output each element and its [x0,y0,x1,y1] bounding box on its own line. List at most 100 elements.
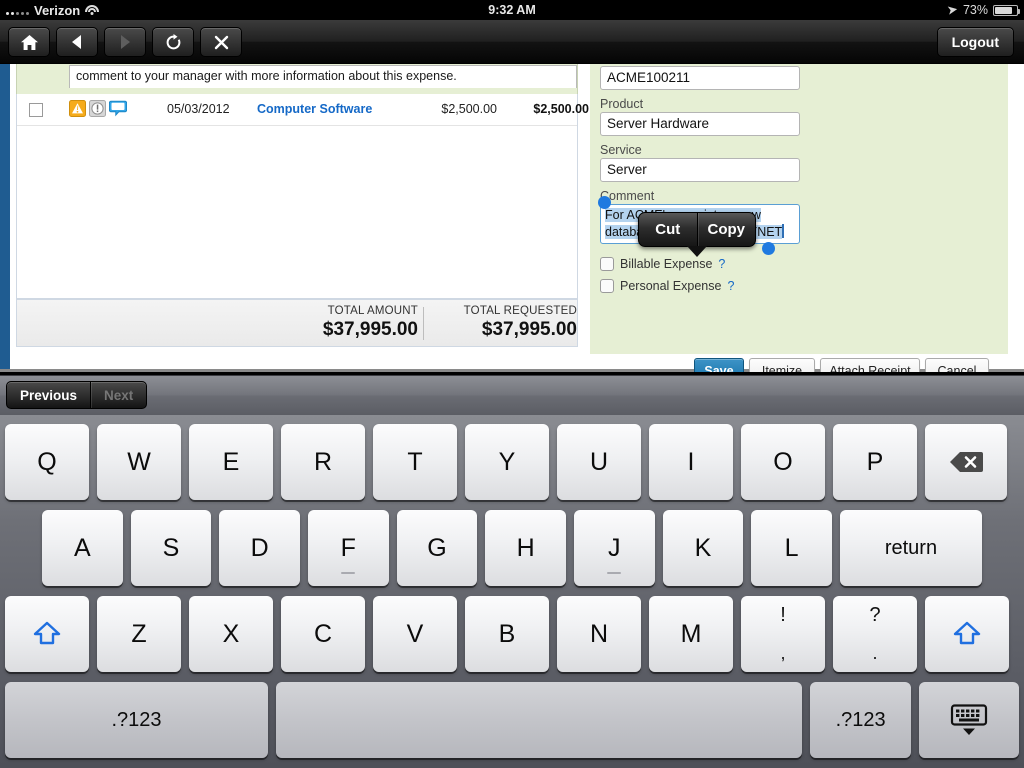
shift-arrow-icon [33,621,61,645]
warning-triangle-icon[interactable] [69,100,86,117]
key-s[interactable]: S [130,510,212,586]
web-content-area: comment to your manager with more inform… [0,64,1024,372]
key-o[interactable]: O [741,424,825,500]
copy-menu-item[interactable]: Copy [696,213,756,246]
billable-help-icon[interactable]: ? [718,257,725,271]
key-i[interactable]: I [649,424,733,500]
home-icon [20,34,38,50]
shift-arrow-icon [953,621,981,645]
billable-label: Billable Expense [620,257,713,271]
ios-status-bar: 9:32 AM Verizon ➤ 73% [0,0,1024,20]
wifi-icon [85,4,100,16]
key-b[interactable]: B [465,596,549,672]
comment-hint-text: comment to your manager with more inform… [69,65,577,88]
shift-key-right[interactable] [925,596,1009,672]
key-u[interactable]: U [557,424,641,500]
home-key-marker [607,572,622,574]
billable-checkbox[interactable] [600,257,614,271]
text-caret [782,224,785,238]
key-r[interactable]: R [281,424,365,500]
key-t[interactable]: T [373,424,457,500]
key-w[interactable]: W [97,424,181,500]
row-category-link[interactable]: Computer Software [257,102,372,116]
key-l[interactable]: L [751,510,832,586]
comment-bubble-icon[interactable] [109,100,127,117]
table-row[interactable]: 05/03/2012 Computer Software $2,500.00 $… [17,94,589,126]
expense-detail-form: ACME100211 Product Server Hardware Servi… [590,64,1008,354]
personal-expense-row[interactable]: Personal Expense ? [600,279,734,293]
key-n[interactable]: N [557,596,641,672]
selection-handle-start[interactable] [598,196,611,209]
personal-checkbox[interactable] [600,279,614,293]
key-h[interactable]: H [485,510,566,586]
backspace-icon [950,452,983,472]
previous-button[interactable]: Previous [7,382,90,408]
keyboard-row-3: Z X C V B N M!,?. [0,596,1024,672]
personal-help-icon[interactable]: ? [727,279,734,293]
key-v[interactable]: V [373,596,457,672]
back-arrow-icon [72,35,81,49]
return-key[interactable]: return [839,510,983,586]
numeric-key-left[interactable]: .?123 [5,682,268,758]
prev-next-group[interactable]: Previous Next [6,381,148,409]
numeric-key-right[interactable]: .?123 [809,682,912,758]
key-q[interactable]: Q [5,424,89,500]
key-d[interactable]: D [219,510,300,586]
key-y[interactable]: Y [465,424,549,500]
status-clock: 9:32 AM [488,3,536,17]
key-p[interactable]: P [833,424,917,500]
key-x[interactable]: X [189,596,273,672]
keyboard-row-4: .?123 .?123 [0,682,1024,758]
save-button[interactable]: Save [694,358,744,372]
expense-list-panel: comment to your manager with more inform… [16,64,604,347]
form-clip-mask [590,340,1008,350]
home-button[interactable] [8,27,50,57]
stop-button[interactable] [200,27,242,57]
edit-menu-callout[interactable]: Cut Copy [638,212,756,247]
totals-bar: TOTAL AMOUNT $37,995.00 TOTAL REQUESTED … [16,299,578,347]
key-g[interactable]: G [396,510,478,586]
key-exclamation-comma[interactable]: !, [741,596,825,672]
home-key-marker [341,572,356,574]
reload-button[interactable] [152,27,194,57]
back-button[interactable] [56,27,98,57]
itemize-button[interactable]: Itemize [749,358,815,372]
product-label: Product [600,97,644,111]
key-k[interactable]: K [662,510,744,586]
key-m[interactable]: M [649,596,733,672]
key-question-period[interactable]: ?. [833,596,917,672]
onscreen-keyboard: QWERTYUIOP A S D F G H J K Lreturn Z X C V B N M!,?. .… [0,415,1024,768]
attach-receipt-button[interactable]: Attach Receipt [820,358,920,372]
service-field[interactable]: Server [600,158,800,182]
shift-key-left[interactable] [5,596,89,672]
space-key[interactable] [275,682,802,758]
keyboard-accessory-bar: Previous Next [0,375,1024,415]
account-field[interactable]: ACME100211 [600,66,800,90]
row-checkbox[interactable] [29,103,43,117]
key-e[interactable]: E [189,424,273,500]
product-field[interactable]: Server Hardware [600,112,800,136]
key-j[interactable]: J [573,510,655,586]
callout-tail [687,246,707,257]
keyboard-row-2: A S D F G H J K Lreturn [0,510,1024,586]
key-c[interactable]: C [281,596,365,672]
punct-top: ! [780,604,786,626]
selection-handle-end[interactable] [762,242,775,255]
cancel-button[interactable]: Cancel [925,358,989,372]
logout-button[interactable]: Logout [936,27,1014,57]
ipad-screen: 9:32 AM Verizon ➤ 73% Logout comment to … [0,0,1024,768]
key-z[interactable]: Z [97,596,181,672]
next-button[interactable]: Next [90,382,146,408]
hide-keyboard-key[interactable] [919,682,1019,758]
reload-icon [166,33,180,49]
key-f[interactable]: F [307,510,389,586]
backspace-key[interactable] [925,424,1007,500]
battery-percent: 73% [962,3,988,17]
key-a[interactable]: A [42,510,123,586]
forward-button[interactable] [104,27,146,57]
service-label: Service [600,143,642,157]
cut-menu-item[interactable]: Cut [639,213,697,246]
exception-info-icon[interactable] [89,100,106,117]
left-rail [0,64,10,372]
billable-expense-row[interactable]: Billable Expense ? [600,257,725,271]
